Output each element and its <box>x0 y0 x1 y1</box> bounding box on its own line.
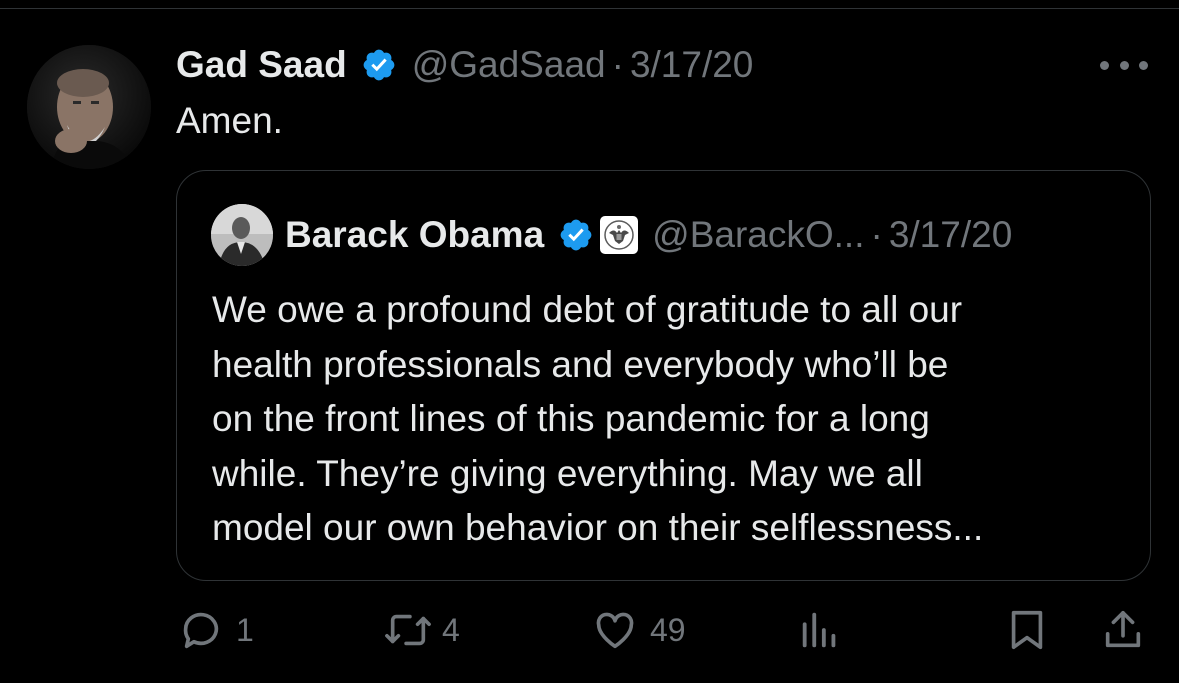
action-bar: 1 4 49 <box>0 600 1179 660</box>
more-options-icon[interactable] <box>1100 58 1148 72</box>
quoted-author-handle[interactable]: @BarackO... <box>652 214 864 256</box>
quoted-text-line: on the front lines of this pandemic for … <box>212 398 930 439</box>
quoted-text-line: We owe a profound debt of gratitude to a… <box>212 289 963 330</box>
retweet-icon <box>385 614 431 646</box>
quoted-text-line: model our own behavior on their selfless… <box>212 507 984 548</box>
quoted-text-line: health professionals and everybody who’l… <box>212 343 949 385</box>
bookmark-icon <box>1011 610 1043 650</box>
analytics-icon <box>802 612 836 648</box>
author-avatar[interactable] <box>27 45 151 169</box>
author-name[interactable]: Gad Saad <box>176 44 347 86</box>
quoted-tweet[interactable]: Barack Obama @BarackO... · 3/17/20 We ow… <box>176 170 1151 581</box>
tweet-date[interactable]: 3/17/20 <box>630 44 753 86</box>
separator-dot: · <box>870 214 883 255</box>
reply-button[interactable]: 1 <box>178 600 254 660</box>
quoted-author-avatar[interactable] <box>211 204 273 266</box>
government-seal-icon[interactable] <box>600 216 639 254</box>
verified-badge-icon[interactable] <box>361 47 397 83</box>
share-button[interactable] <box>1100 600 1146 660</box>
verified-badge-icon[interactable] <box>558 217 594 253</box>
bookmark-button[interactable] <box>1007 600 1047 660</box>
heart-icon <box>596 612 634 649</box>
quoted-avatar-photo <box>211 204 273 266</box>
quoted-tweet-date[interactable]: 3/17/20 <box>889 214 1012 256</box>
tweet[interactable]: Gad Saad @GadSaad · 3/17/20 Amen. Barack… <box>0 0 1179 683</box>
views-button[interactable] <box>800 600 840 660</box>
like-button[interactable]: 49 <box>592 600 686 660</box>
reply-icon <box>183 612 219 649</box>
like-count: 49 <box>650 611 686 648</box>
author-handle[interactable]: @GadSaad <box>412 44 606 86</box>
reply-count: 1 <box>236 611 254 648</box>
tweet-header: Gad Saad @GadSaad · 3/17/20 <box>176 40 753 90</box>
separator-dot: · <box>611 44 624 85</box>
retweet-count: 4 <box>442 611 460 648</box>
quoted-tweet-header: Barack Obama @BarackO... · 3/17/20 <box>285 209 1012 261</box>
retweet-button[interactable]: 4 <box>382 600 460 660</box>
quoted-tweet-text: We owe a profound debt of gratitude to a… <box>212 283 1132 556</box>
author-avatar-photo <box>27 45 151 169</box>
share-icon <box>1105 610 1141 648</box>
tweet-text: Amen. <box>176 100 283 141</box>
quoted-author-name[interactable]: Barack Obama <box>285 214 544 256</box>
quoted-text-line: while. They’re giving everything. May we… <box>212 452 923 494</box>
